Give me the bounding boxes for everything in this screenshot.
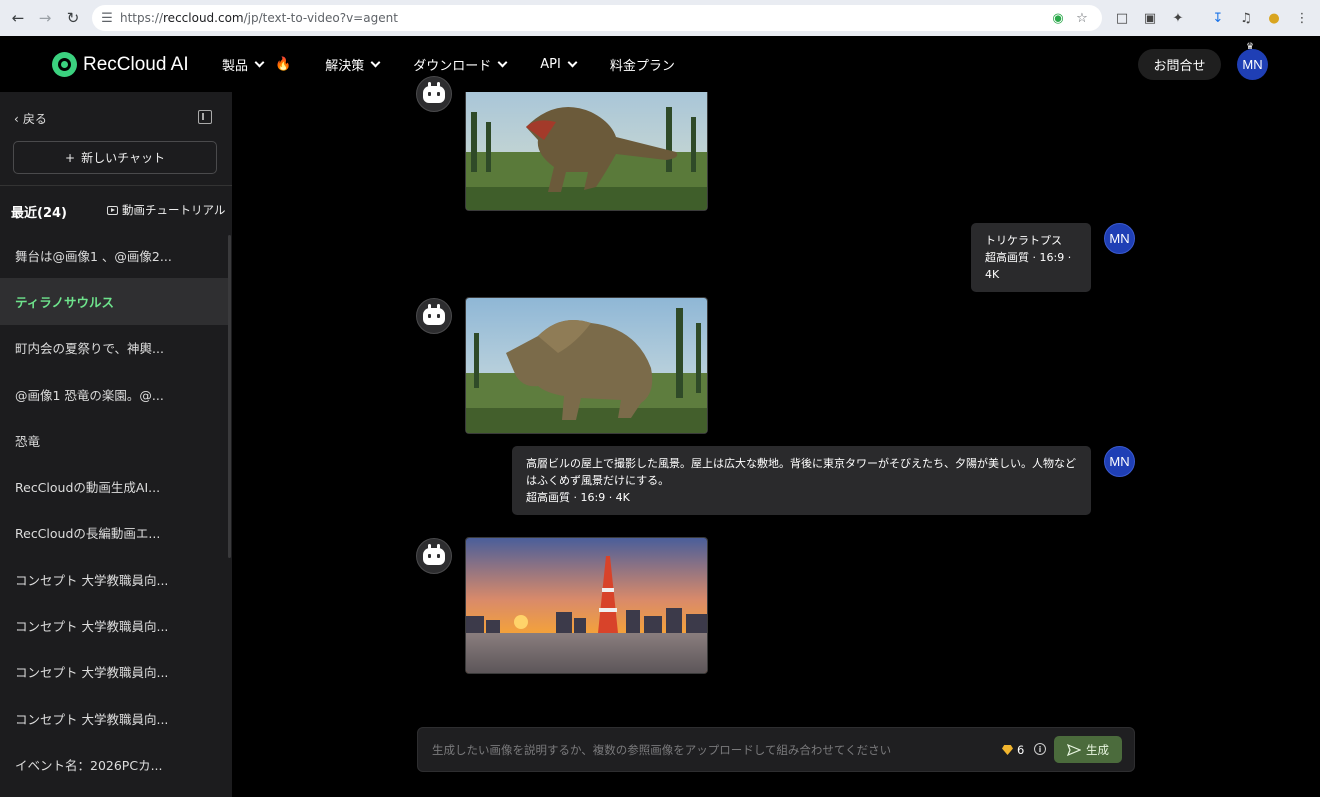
- recent-heading: 最近(24): [11, 206, 67, 221]
- media-icon[interactable]: ♫: [1238, 10, 1254, 26]
- reload-icon[interactable]: ↻: [60, 5, 86, 31]
- prompt-placeholder: 生成したい画像を説明するか、複数の参照画像をアップロードして組み合わせてください: [432, 743, 892, 757]
- menu-label: 製品: [222, 59, 249, 74]
- tutorial-label: 動画チュートリアル: [122, 203, 226, 217]
- sidebar: ‹ 戻る + 新しいチャット 最近(24) 動画チュートリアル 舞台は@画像1 、@…: [0, 92, 232, 797]
- logo[interactable]: RecCloud AI: [52, 52, 189, 77]
- new-chat-label: 新しいチャット: [81, 151, 165, 165]
- list-item[interactable]: 舞台は@画像1 、@画像2...: [0, 232, 228, 278]
- forward-arrow-icon[interactable]: →: [32, 5, 58, 31]
- contact-button[interactable]: お問合せ: [1138, 49, 1221, 80]
- send-icon: [1067, 743, 1081, 756]
- site-info-icon[interactable]: ☰: [99, 10, 115, 26]
- message-meta: 超高画質 · 16:9 · 4K: [985, 251, 1072, 281]
- bookmark-star-icon[interactable]: ☆: [1074, 10, 1090, 26]
- list-item-active[interactable]: ティラノサウルス: [0, 278, 228, 325]
- plus-icon: +: [65, 150, 76, 165]
- user-message-bubble: トリケラトプス 超高画質 · 16:9 · 4K: [971, 223, 1091, 292]
- chevron-down-icon: [567, 57, 578, 68]
- list-item[interactable]: RecCloudの長編動画エ...: [0, 510, 228, 556]
- generate-label: 生成: [1086, 742, 1109, 757]
- user-avatar: MN: [1104, 223, 1135, 254]
- menu-label: ダウンロード: [413, 59, 492, 74]
- puzzle-icon[interactable]: ✦: [1170, 10, 1186, 26]
- message-meta: 超高画質 · 16:9 · 4K: [526, 491, 630, 504]
- bot-avatar-icon: [416, 76, 452, 112]
- download-icon[interactable]: ↧: [1210, 10, 1226, 26]
- menu-label: API: [540, 57, 561, 72]
- user-message-bubble: 高層ビルの屋上で撮影した風景。屋上は広大な敷地。背後に東京タワーがそびえたち、夕…: [512, 446, 1091, 515]
- divider: [0, 185, 232, 186]
- collapse-sidebar-icon[interactable]: [198, 110, 212, 124]
- bot-avatar-icon: [416, 538, 452, 574]
- profile-icon[interactable]: ●: [1266, 10, 1282, 26]
- generated-image-tokyo-tower[interactable]: [465, 537, 708, 674]
- back-label: 戻る: [22, 112, 47, 126]
- new-chat-button[interactable]: + 新しいチャット: [13, 141, 217, 174]
- logo-text: RecCloud AI: [83, 53, 189, 75]
- video-icon: [107, 205, 118, 215]
- fire-icon: 🔥: [275, 57, 292, 72]
- extension-icon[interactable]: □: [1114, 10, 1130, 26]
- user-avatar: MN: [1104, 446, 1135, 477]
- menu-label: 解決策: [325, 59, 365, 74]
- message-text: トリケラトプス: [985, 234, 1062, 247]
- user-avatar[interactable]: MN: [1237, 49, 1268, 80]
- generate-button[interactable]: 生成: [1054, 736, 1122, 763]
- message-text: 高層ビルの屋上で撮影した風景。屋上は広大な敷地。背後に東京タワーがそびえたち、夕…: [526, 457, 1076, 487]
- back-link[interactable]: ‹ 戻る: [14, 110, 47, 127]
- address-bar[interactable]: ☰ https://reccloud.com/jp/text-to-video?…: [92, 5, 1102, 31]
- list-item[interactable]: コンセプト 大学教職員向...: [0, 649, 228, 695]
- menu-products[interactable]: 製品 🔥: [222, 55, 291, 74]
- extension-active-icon[interactable]: ◉: [1050, 10, 1066, 26]
- prompt-input[interactable]: 生成したい画像を説明するか、複数の参照画像をアップロードして組み合わせてください…: [417, 727, 1135, 772]
- menu-download[interactable]: ダウンロード: [413, 55, 508, 74]
- cast-icon[interactable]: ▣: [1142, 10, 1158, 26]
- menu-pricing[interactable]: 料金プラン: [610, 55, 675, 74]
- url-text: https://reccloud.com/jp/text-to-video?v=…: [120, 11, 398, 25]
- list-item[interactable]: @画像1 恐竜の楽園。@...: [0, 371, 228, 417]
- sidebar-scrollbar[interactable]: [228, 235, 231, 558]
- credit-counter: 6: [1002, 743, 1024, 757]
- list-item[interactable]: コンセプト 大学教職員向...: [0, 695, 228, 741]
- chevron-left-icon: ‹: [14, 111, 19, 126]
- chevron-down-icon: [497, 57, 508, 68]
- gem-icon: [1002, 745, 1013, 755]
- menu-solutions[interactable]: 解決策: [325, 55, 381, 74]
- credit-count: 6: [1017, 743, 1025, 757]
- site-header: RecCloud AI 製品 🔥 解決策 ダウンロード API 料金プラン お問合…: [0, 36, 1320, 92]
- list-item[interactable]: RecCloudの動画生成AI...: [0, 463, 228, 509]
- browser-toolbar: ← → ↻ ☰ https://reccloud.com/jp/text-to-…: [0, 0, 1320, 36]
- video-tutorial-link[interactable]: 動画チュートリアル: [107, 202, 225, 218]
- list-item[interactable]: 町内会の夏祭りで、神輿...: [0, 325, 228, 371]
- list-item[interactable]: コンセプト 大学教職員向...: [0, 556, 228, 602]
- chevron-down-icon: [370, 57, 381, 68]
- list-item[interactable]: コンセプト 大学教職員向...: [0, 602, 228, 648]
- chat-history-list: 舞台は@画像1 、@画像2... ティラノサウルス 町内会の夏祭りで、神輿...…: [0, 232, 228, 788]
- info-icon[interactable]: i: [1034, 743, 1046, 755]
- main-menu: 製品 🔥 解決策 ダウンロード API 料金プラン: [222, 55, 709, 74]
- menu-api[interactable]: API: [540, 55, 578, 74]
- logo-mark-icon: [52, 52, 77, 77]
- bot-avatar-icon: [416, 298, 452, 334]
- list-item[interactable]: イベント名：2026PCカ...: [0, 741, 228, 787]
- more-vert-icon[interactable]: ⋮: [1294, 10, 1310, 26]
- back-arrow-icon[interactable]: ←: [5, 5, 31, 31]
- menu-label: 料金プラン: [609, 59, 675, 74]
- generated-image-trex[interactable]: [465, 92, 708, 211]
- chevron-down-icon: [254, 57, 265, 68]
- list-item[interactable]: 恐竜: [0, 417, 228, 463]
- generated-image-triceratops[interactable]: [465, 297, 708, 434]
